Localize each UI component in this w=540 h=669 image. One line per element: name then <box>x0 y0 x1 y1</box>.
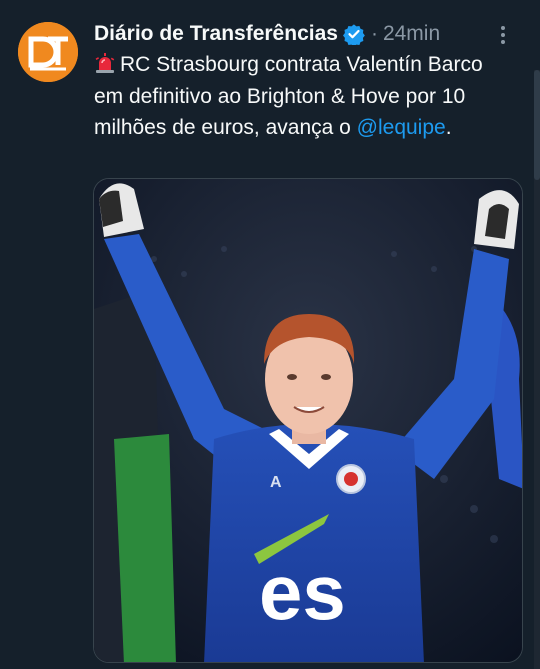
rotating-light-icon <box>95 53 115 73</box>
scrollbar-thumb[interactable] <box>534 70 540 180</box>
more-options-button[interactable] <box>490 22 516 48</box>
display-name[interactable]: Diário de Transferências <box>94 22 338 46</box>
account-avatar[interactable] <box>18 22 78 82</box>
svg-text:A: A <box>270 474 282 491</box>
tweet-text: RC Strasbourg contrata Valentín Barco em… <box>94 49 514 144</box>
more-dot-icon <box>501 40 505 44</box>
tweet-end-punctuation: . <box>445 116 452 139</box>
verified-badge-icon <box>342 24 365 45</box>
tweet-media-photo[interactable]: A es <box>93 178 523 663</box>
tweet-header: Diário de Transferências · 24min <box>94 20 526 48</box>
mention-link[interactable]: @lequipe <box>357 116 446 139</box>
shirt-sponsor-text: es <box>259 548 346 636</box>
more-dot-icon <box>501 33 505 37</box>
separator-dot: · <box>370 22 378 45</box>
tweet-timestamp[interactable]: 24min <box>383 22 440 46</box>
dt-logo-icon <box>18 22 78 82</box>
tweet-card[interactable]: Diário de Transferências · 24min RC Stra… <box>0 0 540 669</box>
more-dot-icon <box>501 26 505 30</box>
photo-player-celebrating: A es <box>94 179 522 662</box>
